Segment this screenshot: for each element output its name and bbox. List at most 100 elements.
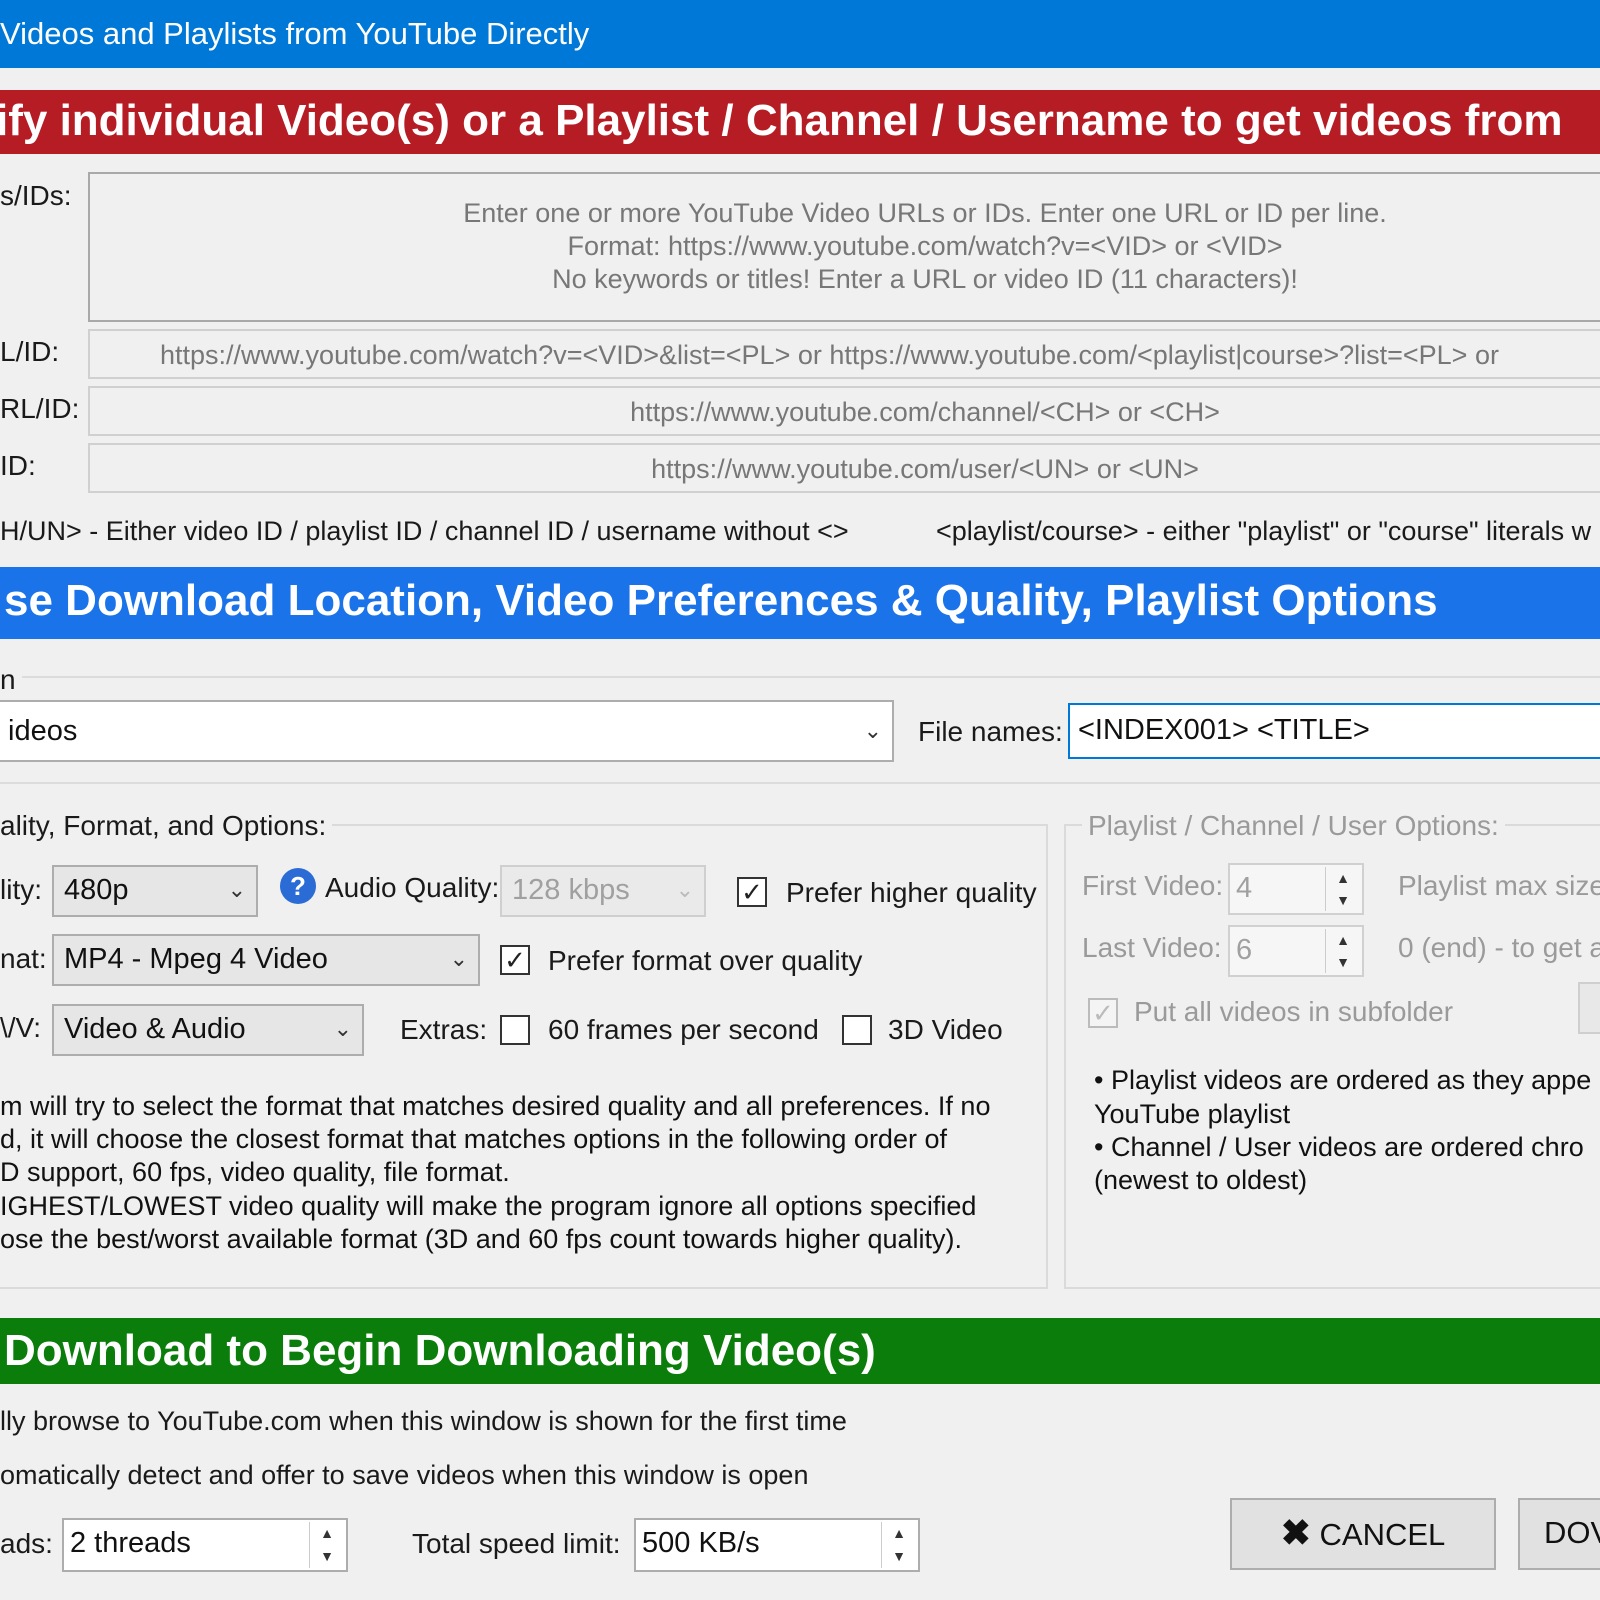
chevron-down-icon: ⌄ — [675, 877, 694, 902]
download-location-select[interactable]: ideos ⌄ — [0, 700, 894, 762]
id-hint-right: <playlist/course> - either "playlist" or… — [936, 516, 1592, 546]
format-select[interactable]: MP4 - Mpeg 4 Video ⌄ — [52, 934, 480, 986]
subfolder-options-button[interactable] — [1578, 982, 1600, 1034]
first-video-value: 4 — [1236, 872, 1253, 904]
channel-url-label: RL/ID: — [0, 393, 80, 424]
video-urls-placeholder-2: Format: https://www.youtube.com/watch?v=… — [567, 231, 1283, 261]
checkmark-icon: ✓ — [1092, 998, 1114, 1028]
subfolder-checkbox[interactable]: ✓ — [1088, 998, 1118, 1028]
cancel-button[interactable]: ✖ CANCEL — [1230, 1498, 1496, 1570]
separator-line — [0, 782, 1600, 784]
quality-group-label: ality, Format, and Options: — [0, 810, 333, 842]
end-hint-label: 0 (end) - to get al — [1398, 932, 1600, 963]
speed-limit-label: Total speed limit: — [412, 1528, 621, 1559]
cancel-button-label: CANCEL — [1319, 1517, 1446, 1552]
chevron-down-icon: ⌄ — [227, 877, 246, 902]
quality-label: lity: — [0, 874, 42, 905]
location-group-line — [22, 676, 1600, 678]
fps60-label: 60 frames per second — [548, 1014, 819, 1045]
file-names-input[interactable]: <INDEX001> <TITLE> — [1068, 703, 1600, 759]
last-video-label: Last Video: — [1082, 932, 1222, 963]
fps60-checkbox[interactable] — [500, 1015, 530, 1045]
checkmark-icon: ✓ — [741, 877, 763, 907]
help-icon[interactable]: ? — [280, 868, 316, 904]
last-video-value: 6 — [1236, 934, 1253, 966]
section2-header-text: se Download Location, Video Preferences … — [4, 576, 1438, 625]
section1-header-text: ify individual Video(s) or a Playlist / … — [0, 96, 1563, 145]
chevron-down-icon: ⌄ — [449, 946, 468, 971]
chevron-down-icon: ⌄ — [333, 1016, 352, 1041]
spin-down-icon[interactable]: ▼ — [1326, 889, 1360, 911]
prefer-format-checkbox[interactable]: ✓ — [500, 945, 530, 975]
video-urls-placeholder-3: No keywords or titles! Enter a URL or vi… — [552, 264, 1298, 294]
username-field[interactable]: https://www.youtube.com/user/<UN> or <UN… — [88, 443, 1600, 493]
speed-limit-spinner[interactable]: 500 KB/s ▲ ▼ — [634, 1518, 920, 1572]
spin-down-icon[interactable]: ▼ — [882, 1545, 916, 1568]
playlist-group-label: Playlist / Channel / User Options: — [1082, 810, 1505, 842]
quality-info-line-1: m will try to select the format that mat… — [0, 1091, 991, 1121]
spin-down-icon[interactable]: ▼ — [310, 1545, 344, 1568]
playlist-note-1: • Playlist videos are ordered as they ap… — [1094, 1065, 1592, 1095]
channel-url-field[interactable]: https://www.youtube.com/channel/<CH> or … — [88, 386, 1600, 436]
video-quality-select[interactable]: 480p ⌄ — [52, 865, 258, 917]
av-label: \/V: — [0, 1012, 41, 1043]
playlist-note-4: (newest to oldest) — [1094, 1165, 1308, 1195]
section3-header-text: Download to Begin Downloading Video(s) — [4, 1326, 876, 1375]
video-urls-placeholder-1: Enter one or more YouTube Video URLs or … — [463, 198, 1387, 228]
location-group-label: n — [0, 664, 16, 695]
username-placeholder: https://www.youtube.com/user/<UN> or <UN… — [651, 454, 1199, 484]
auto-detect-option[interactable]: omatically detect and offer to save vide… — [0, 1460, 808, 1491]
spin-up-icon[interactable]: ▲ — [310, 1522, 344, 1545]
download-location-value: ideos — [8, 715, 78, 747]
threads-label: ads: — [0, 1528, 53, 1559]
playlist-url-placeholder: https://www.youtube.com/watch?v=<VID>&li… — [160, 340, 1499, 370]
window-title-bar[interactable]: Videos and Playlists from YouTube Direct… — [0, 0, 1600, 68]
video-urls-textarea[interactable]: Enter one or more YouTube Video URLs or … — [88, 172, 1600, 322]
spin-up-icon[interactable]: ▲ — [1326, 929, 1360, 951]
spin-up-icon[interactable]: ▲ — [1326, 867, 1360, 889]
quality-info-line-3: D support, 60 fps, video quality, file f… — [0, 1157, 510, 1187]
playlist-url-field[interactable]: https://www.youtube.com/watch?v=<VID>&li… — [88, 329, 1600, 379]
spin-up-icon[interactable]: ▲ — [882, 1522, 916, 1545]
speed-limit-value: 500 KB/s — [642, 1527, 760, 1559]
threads-value: 2 threads — [70, 1527, 191, 1559]
playlist-note-2: YouTube playlist — [1094, 1099, 1291, 1129]
prefer-higher-quality-label: Prefer higher quality — [786, 877, 1037, 908]
last-video-spinner[interactable]: 6 ▲ ▼ — [1228, 925, 1364, 977]
auto-browse-option[interactable]: lly browse to YouTube.com when this wind… — [0, 1406, 847, 1437]
checkmark-icon: ✓ — [504, 945, 526, 975]
username-label: ID: — [0, 450, 36, 481]
subfolder-label: Put all videos in subfolder — [1134, 996, 1454, 1027]
channel-url-placeholder: https://www.youtube.com/channel/<CH> or … — [630, 397, 1220, 427]
video3d-checkbox[interactable] — [842, 1015, 872, 1045]
spin-down-icon[interactable]: ▼ — [1326, 951, 1360, 973]
file-names-label: File names: — [918, 716, 1063, 747]
first-video-label: First Video: — [1082, 870, 1224, 901]
format-value: MP4 - Mpeg 4 Video — [64, 943, 328, 975]
video-quality-value: 480p — [64, 874, 129, 906]
quality-info-line-5: ose the best/worst available format (3D … — [0, 1224, 963, 1254]
close-x-icon: ✖ — [1280, 1512, 1311, 1553]
section2-header: se Download Location, Video Preferences … — [0, 567, 1600, 639]
video-urls-label: s/IDs: — [0, 180, 72, 211]
audio-video-value: Video & Audio — [64, 1013, 246, 1045]
quality-info-line-2: d, it will choose the closest format tha… — [0, 1124, 947, 1154]
section3-header: Download to Begin Downloading Video(s) — [0, 1318, 1600, 1384]
audio-quality-label: Audio Quality: — [325, 872, 500, 903]
section1-header: ify individual Video(s) or a Playlist / … — [0, 90, 1600, 154]
threads-spinner[interactable]: 2 threads ▲ ▼ — [62, 1518, 348, 1572]
window-title: Videos and Playlists from YouTube Direct… — [0, 16, 590, 51]
video3d-label: 3D Video — [888, 1014, 1003, 1045]
playlist-url-label: L/ID: — [0, 336, 60, 367]
playlist-note-3: • Channel / User videos are ordered chro — [1094, 1132, 1584, 1162]
prefer-higher-quality-checkbox[interactable]: ✓ — [737, 877, 767, 907]
quality-info-line-4: IGHEST/LOWEST video quality will make th… — [0, 1191, 977, 1221]
audio-video-select[interactable]: Video & Audio ⌄ — [52, 1004, 364, 1056]
audio-quality-select[interactable]: 128 kbps ⌄ — [500, 865, 706, 917]
download-button[interactable]: DOV — [1518, 1498, 1600, 1570]
first-video-spinner[interactable]: 4 ▲ ▼ — [1228, 863, 1364, 915]
chevron-down-icon: ⌄ — [863, 718, 882, 743]
id-hint-left: H/UN> - Either video ID / playlist ID / … — [0, 516, 849, 546]
download-button-label: DOV — [1544, 1515, 1600, 1550]
audio-quality-value: 128 kbps — [512, 874, 630, 906]
